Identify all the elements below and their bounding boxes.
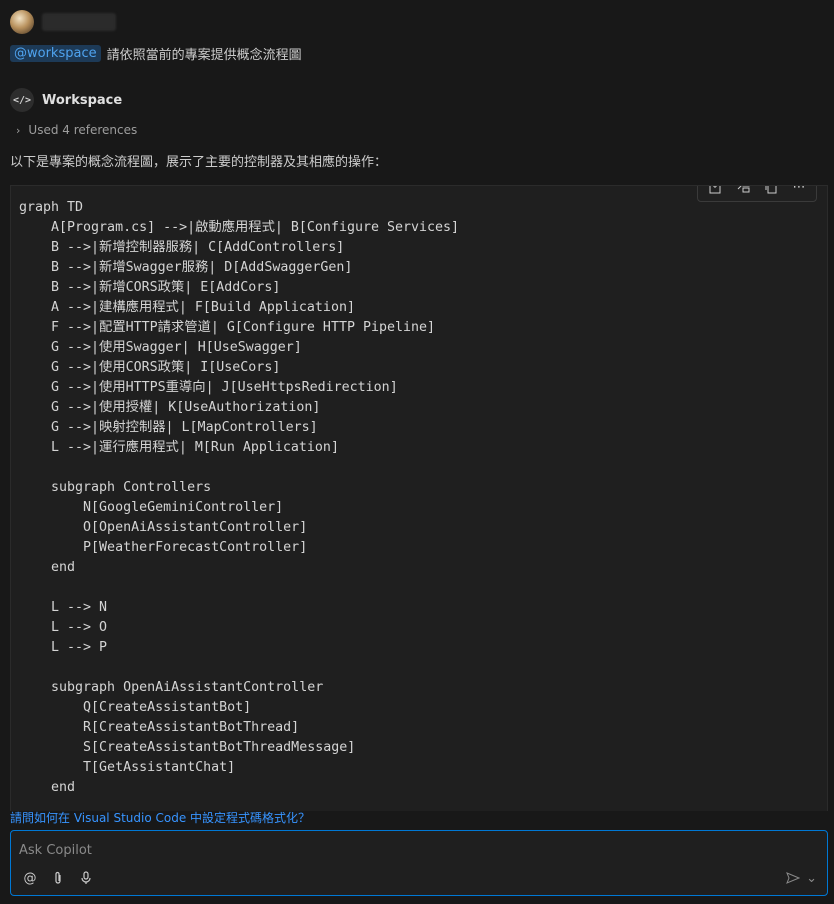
code-line: S[CreateAssistantBotThreadMessage] — [19, 740, 356, 755]
agent-name: Workspace — [42, 92, 123, 108]
chevron-right-icon: › — [16, 123, 21, 137]
code-line: A[Program.cs] -->|啟動應用程式| B[Configure Se… — [19, 220, 460, 235]
code-line: L --> O — [19, 620, 108, 635]
response-intro: 以下是專案的概念流程圖，展示了主要的控制器及其相應的操作： — [10, 155, 388, 170]
code-line: Q[CreateAssistantBot] — [19, 700, 252, 715]
code-bracket-icon: </> — [10, 88, 34, 112]
user-header — [10, 10, 116, 34]
user-message: @workspace 請依照當前的專案提供概念流程圖 — [10, 44, 302, 63]
at-mention-icon[interactable]: @ — [21, 869, 39, 887]
code-line: F -->|配置HTTP請求管道| G[Configure HTTP Pipel… — [19, 320, 436, 335]
code-line: R[CreateAssistantBotThread] — [19, 720, 300, 735]
code-line: L --> P — [19, 640, 108, 655]
workspace-mention-chip[interactable]: @workspace — [10, 45, 101, 62]
insert-into-new-file-icon[interactable] — [732, 186, 754, 198]
code-line: L -->|運行應用程式| M[Run Application] — [19, 440, 339, 455]
agent-header: </> Workspace — [10, 88, 122, 112]
code-line: end — [19, 780, 76, 795]
microphone-icon[interactable] — [77, 869, 95, 887]
send-area: ⌄ — [784, 869, 817, 887]
code-content: graph TD A[Program.cs] -->|啟動應用程式| B[Con… — [11, 186, 827, 798]
user-name-redacted — [42, 13, 116, 31]
send-icon[interactable] — [784, 869, 802, 887]
more-icon[interactable]: ⋯ — [788, 186, 810, 198]
references-label: Used 4 references — [28, 123, 138, 137]
references-toggle[interactable]: › Used 4 references — [16, 123, 137, 137]
code-line: P[WeatherForecastController] — [19, 540, 308, 555]
code-line: G -->|映射控制器| L[MapControllers] — [19, 420, 318, 435]
input-tools: @ — [21, 869, 95, 887]
chevron-down-icon[interactable]: ⌄ — [806, 871, 817, 886]
code-line: B -->|新增Swagger服務| D[AddSwaggerGen] — [19, 260, 353, 275]
code-line: G -->|使用Swagger| H[UseSwagger] — [19, 340, 302, 355]
code-line: A -->|建構應用程式| F[Build Application] — [19, 300, 355, 315]
code-line: N[GoogleGeminiController] — [19, 500, 284, 515]
copy-icon[interactable] — [760, 186, 782, 198]
code-toolbar: ⋯ — [697, 186, 817, 202]
user-message-text: 請依照當前的專案提供概念流程圖 — [106, 48, 302, 63]
code-line: G -->|使用CORS政策| I[UseCors] — [19, 360, 281, 375]
code-line: G -->|使用HTTPS重導向| J[UseHttpsRedirection] — [19, 380, 398, 395]
code-line: subgraph OpenAiAssistantController — [19, 680, 324, 695]
chat-input-box: @ ⌄ — [10, 830, 828, 896]
code-line: B -->|新增控制器服務| C[AddControllers] — [19, 240, 345, 255]
code-line: G -->|使用授權| K[UseAuthorization] — [19, 400, 321, 415]
chat-input[interactable] — [17, 837, 791, 863]
code-line: L --> N — [19, 600, 108, 615]
code-block: ⋯ graph TD A[Program.cs] -->|啟動應用程式| B[C… — [10, 185, 828, 811]
avatar — [10, 10, 34, 34]
insert-at-cursor-icon[interactable] — [704, 186, 726, 198]
code-line: subgraph Controllers — [19, 480, 212, 495]
attach-icon[interactable] — [49, 869, 67, 887]
followup-suggestion[interactable]: 請問如何在 Visual Studio Code 中設定程式碼格式化？ — [10, 809, 310, 826]
code-line: O[OpenAiAssistantController] — [19, 520, 308, 535]
code-line: B -->|新增CORS政策| E[AddCors] — [19, 280, 281, 295]
code-line: end — [19, 560, 76, 575]
code-line: T[GetAssistantChat] — [19, 760, 236, 775]
